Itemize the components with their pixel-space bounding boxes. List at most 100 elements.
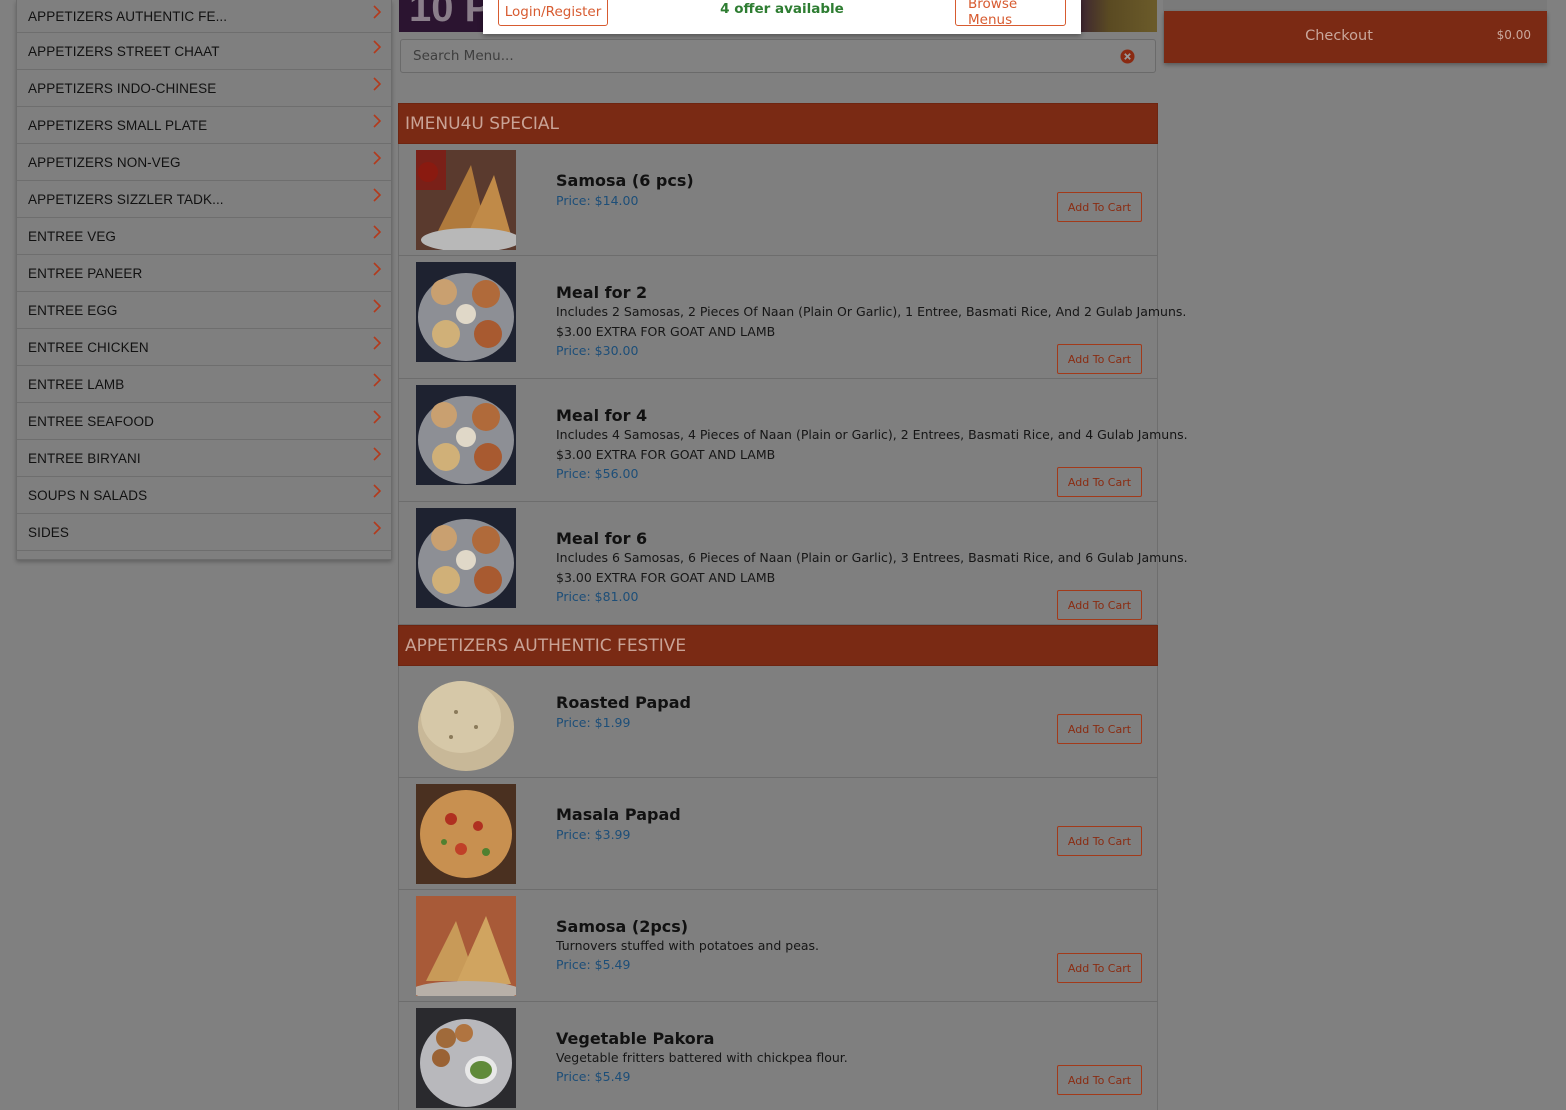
sidebar-item-entree-biryani[interactable]: ENTREE BIRYANI [17, 440, 391, 477]
meal-platter-image [416, 262, 516, 362]
item-price: Price: $14.00 [556, 193, 639, 208]
sidebar-item-label: APPETIZERS AUTHENTIC FE... [28, 8, 228, 24]
chevron-right-icon [371, 373, 383, 387]
sidebar-item-appetizers-small-plate[interactable]: APPETIZERS SMALL PLATE [17, 107, 391, 144]
sidebar-item-label: ENTREE SEAFOOD [28, 413, 154, 429]
item-name: Meal for 4 [556, 406, 648, 425]
item-name: Masala Papad [556, 805, 681, 824]
sidebar-item-appetizers-sizzler[interactable]: APPETIZERS SIZZLER TADK... [17, 181, 391, 218]
meal-platter-image [416, 385, 516, 485]
sidebar-item-label: APPETIZERS STREET CHAAT [28, 43, 220, 59]
menu-item: Samosa (2pcs) Turnovers stuffed with pot… [398, 890, 1158, 1002]
item-name: Vegetable Pakora [556, 1029, 715, 1048]
sidebar-item-label: ENTREE LAMB [28, 376, 125, 392]
pakora-image [416, 1008, 516, 1108]
checkout-label: Checkout [1305, 28, 1373, 44]
sidebar-item-appetizers-non-veg[interactable]: APPETIZERS NON-VEG [17, 144, 391, 181]
checkout-button[interactable]: Checkout $0.00 [1164, 11, 1547, 63]
item-name: Samosa (2pcs) [556, 917, 689, 936]
sidebar-item-appetizers-street-chaat[interactable]: APPETIZERS STREET CHAAT [17, 33, 391, 70]
sidebar-item-label: APPETIZERS SIZZLER TADK... [28, 191, 224, 207]
search-input[interactable] [401, 40, 1101, 72]
samosa-image [416, 150, 516, 250]
add-to-cart-button[interactable]: Add To Cart [1057, 192, 1142, 222]
chevron-right-icon [371, 151, 383, 165]
sidebar-item-label: ENTREE EGG [28, 302, 118, 318]
chevron-right-icon [371, 447, 383, 461]
item-description: Includes 2 Samosas, 2 Pieces Of Naan (Pl… [556, 304, 1187, 319]
sidebar-item-label: APPETIZERS NON-VEG [28, 154, 181, 170]
item-description: Turnovers stuffed with potatoes and peas… [556, 938, 820, 953]
category-sidebar: APPETIZERS AUTHENTIC FE... APPETIZERS ST… [16, 0, 392, 560]
menu-item: Meal for 4 Includes 4 Samosas, 4 Pieces … [398, 379, 1188, 502]
category-header: IMENU4U SPECIAL [398, 103, 1158, 144]
item-description: Includes 4 Samosas, 4 Pieces of Naan (Pl… [556, 427, 1188, 442]
sidebar-item-entree-egg[interactable]: ENTREE EGG [17, 292, 391, 329]
cart-total: $0.00 [1496, 28, 1531, 42]
chevron-right-icon [371, 40, 383, 54]
chevron-right-icon [371, 5, 383, 19]
add-to-cart-button[interactable]: Add To Cart [1057, 344, 1142, 374]
sidebar-item-entree-paneer[interactable]: ENTREE PANEER [17, 255, 391, 292]
sidebar-item-label: ENTREE PANEER [28, 265, 143, 281]
item-description: Vegetable fritters battered with chickpe… [556, 1050, 848, 1065]
item-price: Price: $3.99 [556, 827, 631, 842]
item-description-extra: $3.00 EXTRA FOR GOAT AND LAMB [556, 570, 776, 585]
sidebar-item-entree-lamb[interactable]: ENTREE LAMB [17, 366, 391, 403]
clear-search-icon[interactable] [1120, 49, 1135, 64]
sidebar-item-appetizers-indo-chinese[interactable]: APPETIZERS INDO-CHINESE [17, 70, 391, 107]
banner-image [1077, 0, 1157, 32]
item-name: Meal for 2 [556, 283, 648, 302]
add-to-cart-button[interactable]: Add To Cart [1057, 826, 1142, 856]
sidebar-item-entree-seafood[interactable]: ENTREE SEAFOOD [17, 403, 391, 440]
chevron-right-icon [371, 410, 383, 424]
item-description: Includes 6 Samosas, 6 Pieces of Naan (Pl… [556, 550, 1188, 565]
add-to-cart-button[interactable]: Add To Cart [1057, 590, 1142, 620]
add-to-cart-button[interactable]: Add To Cart [1057, 1065, 1142, 1095]
chevron-right-icon [371, 262, 383, 276]
search-box [400, 39, 1156, 73]
item-name: Samosa (6 pcs) [556, 171, 694, 190]
menu-item: Vegetable Pakora Vegetable fritters batt… [398, 1002, 1158, 1110]
item-description-extra: $3.00 EXTRA FOR GOAT AND LAMB [556, 324, 776, 339]
sidebar-item-appetizers-authentic[interactable]: APPETIZERS AUTHENTIC FE... [17, 0, 391, 33]
item-name: Meal for 6 [556, 529, 648, 548]
chevron-right-icon [371, 114, 383, 128]
papad-image [416, 672, 516, 772]
item-price: Price: $5.49 [556, 957, 631, 972]
chevron-right-icon [371, 484, 383, 498]
offer-bar: Login/Register 4 offer available Browse … [483, 0, 1081, 34]
sidebar-item-label: ENTREE CHICKEN [28, 339, 149, 355]
chevron-right-icon [371, 299, 383, 313]
item-price: Price: $1.99 [556, 715, 631, 730]
masala-papad-image [416, 784, 516, 884]
category-header: APPETIZERS AUTHENTIC FESTIVE [398, 625, 1158, 666]
sidebar-item-sides[interactable]: SIDES [17, 514, 391, 551]
chevron-right-icon [371, 336, 383, 350]
add-to-cart-button[interactable]: Add To Cart [1057, 714, 1142, 744]
sidebar-item-label: SOUPS N SALADS [28, 487, 148, 503]
menu-list: IMENU4U SPECIAL Samosa (6 pcs) Price: $1… [398, 103, 1188, 1110]
sidebar-item-soups-salads[interactable]: SOUPS N SALADS [17, 477, 391, 514]
item-price: Price: $5.49 [556, 1069, 631, 1084]
item-description-extra: $3.00 EXTRA FOR GOAT AND LAMB [556, 447, 776, 462]
add-to-cart-button[interactable]: Add To Cart [1057, 953, 1142, 983]
meal-platter-image [416, 508, 516, 608]
sidebar-item-entree-veg[interactable]: ENTREE VEG [17, 218, 391, 255]
sidebar-item-label: ENTREE BIRYANI [28, 450, 141, 466]
sidebar-item-label: ENTREE VEG [28, 228, 117, 244]
samosa-image [416, 896, 516, 996]
add-to-cart-button[interactable]: Add To Cart [1057, 467, 1142, 497]
item-name: Roasted Papad [556, 693, 691, 712]
chevron-right-icon [371, 188, 383, 202]
sidebar-item-label: APPETIZERS INDO-CHINESE [28, 80, 217, 96]
menu-item: Roasted Papad Price: $1.99 Add To Cart [398, 666, 1158, 778]
menu-item: Samosa (6 pcs) Price: $14.00 Add To Cart [398, 144, 1158, 256]
sidebar-item-label: SIDES [28, 524, 70, 540]
browse-menus-button[interactable]: Browse Menus [955, 0, 1066, 28]
chevron-right-icon [371, 225, 383, 239]
sidebar-item-label: APPETIZERS SMALL PLATE [28, 117, 208, 133]
sidebar-item-entree-chicken[interactable]: ENTREE CHICKEN [17, 329, 391, 366]
menu-item: Masala Papad Price: $3.99 Add To Cart [398, 778, 1158, 890]
menu-item: Meal for 6 Includes 6 Samosas, 6 Pieces … [398, 502, 1188, 625]
